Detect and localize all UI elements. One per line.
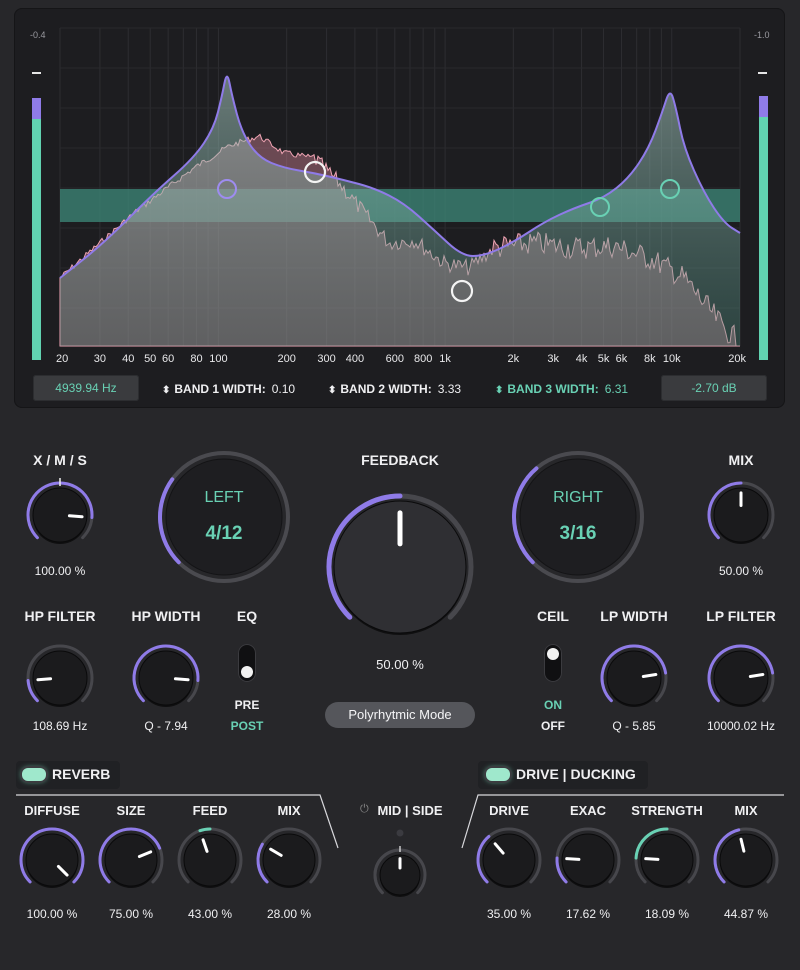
drive-enable-button[interactable] [486, 768, 510, 781]
diffuse-knob[interactable] [19, 827, 85, 888]
reverb-enable-button[interactable] [22, 768, 46, 781]
eq-post-option[interactable]: POST [231, 719, 264, 733]
hp-filter-label: HP FILTER [24, 608, 96, 624]
reverb-mix-knob[interactable] [256, 827, 322, 888]
eq-label: EQ [236, 608, 258, 624]
left-time-value: 4/12 [205, 523, 243, 544]
strength-label: STRENGTH [631, 803, 703, 818]
reverb-mix-label: MIX [277, 803, 301, 818]
lp-filter-value: 10000.02 Hz [706, 719, 776, 733]
exac-knob[interactable] [555, 827, 621, 888]
knob-pointer [173, 677, 190, 682]
ceil-toggle[interactable] [544, 644, 562, 682]
knob-pointer [748, 673, 765, 679]
hp-width-value: Q - 7.94 [144, 719, 188, 733]
drive-mix-knob[interactable] [713, 827, 779, 888]
reverb-mix-value: 28.00 % [266, 907, 312, 921]
drive-knob[interactable] [476, 827, 542, 888]
drive-mix-label: MIX [734, 803, 758, 818]
hp-filter-knob[interactable] [26, 644, 94, 707]
xms-knob[interactable] [26, 481, 94, 544]
drive-mix-value: 44.87 % [723, 907, 769, 921]
strength-knob[interactable] [634, 827, 700, 888]
right-time-label: RIGHT [553, 489, 603, 506]
strength-value: 18.09 % [644, 907, 690, 921]
right-time-value: 3/16 [559, 523, 597, 544]
size-knob[interactable] [98, 827, 164, 888]
lp-width-value: Q - 5.85 [612, 719, 656, 733]
lp-filter-knob[interactable] [707, 644, 775, 707]
feedback-label: FEEDBACK [361, 452, 439, 468]
eq-pre-option[interactable]: PRE [235, 698, 260, 712]
hp-width-label: HP WIDTH [131, 608, 201, 624]
toggle-knob [547, 648, 559, 660]
reverb-title: REVERB [52, 766, 111, 782]
knob-layer [16, 451, 784, 897]
knob-pointer [644, 857, 660, 861]
lp-width-label: LP WIDTH [600, 608, 668, 624]
feedback-knob[interactable] [326, 493, 474, 635]
reverb-feed-label: FEED [192, 803, 228, 818]
left-time-label: LEFT [204, 489, 244, 506]
toggle-knob [241, 666, 253, 678]
polyrhythmic-mode-button[interactable]: Polyrhytmic Mode [325, 702, 475, 728]
mid-side-led [396, 829, 404, 837]
lp-filter-label: LP FILTER [706, 608, 776, 624]
mix-value: 50.00 % [718, 564, 764, 578]
ceil-label: CEIL [537, 608, 569, 624]
reverb-size-value: 75.00 % [108, 907, 154, 921]
exac-label: EXAC [569, 803, 607, 818]
right-delay-time-knob[interactable] [512, 451, 644, 583]
power-icon[interactable]: ⏻ [360, 803, 369, 816]
reverb-feed-value: 43.00 % [187, 907, 233, 921]
left-delay-time-knob[interactable] [158, 451, 290, 583]
knob-pointer [565, 857, 581, 861]
eq-pre-post-toggle[interactable] [238, 644, 256, 682]
knob-pointer [641, 673, 658, 679]
hp-width-knob[interactable] [132, 644, 200, 707]
feed-knob[interactable] [177, 827, 243, 888]
reverb-diffuse-value: 100.00 % [26, 907, 78, 921]
hp-filter-value: 108.69 Hz [32, 719, 88, 733]
exac-value: 17.62 % [565, 907, 611, 921]
lp-width-knob[interactable] [600, 644, 668, 707]
drive-title: DRIVE | DUCKING [516, 766, 636, 782]
reverb-diffuse-label: DIFFUSE [24, 803, 80, 818]
knob-pointer [36, 677, 53, 682]
reverb-size-label: SIZE [116, 803, 146, 818]
xms-label: X / M / S [33, 452, 87, 468]
mid-side-knob[interactable] [373, 848, 427, 897]
xms-value: 100.00 % [34, 564, 86, 578]
drive-value: 35.00 % [486, 907, 532, 921]
ceil-on-option[interactable]: ON [544, 698, 562, 712]
ceil-off-option[interactable]: OFF [541, 719, 565, 733]
feedback-value: 50.00 % [376, 657, 424, 672]
mix-label: MIX [728, 452, 754, 468]
mid-side-label: MID | SIDE [377, 803, 443, 818]
mix-knob[interactable] [707, 481, 775, 544]
drive-label: DRIVE [489, 803, 529, 818]
knob-pointer [67, 514, 84, 519]
